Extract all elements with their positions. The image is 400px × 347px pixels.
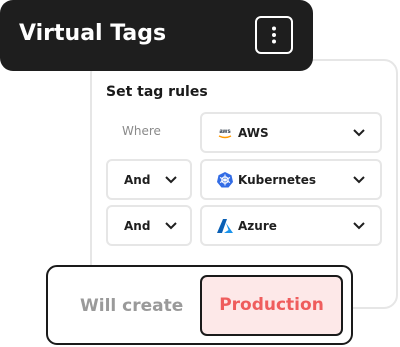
provider-select-azure[interactable]: Azure (200, 205, 382, 246)
chevron-down-icon (353, 221, 365, 229)
more-options-button[interactable] (255, 16, 293, 54)
chevron-down-icon (353, 175, 365, 183)
svg-text:aws: aws (219, 129, 231, 135)
result-tag-button[interactable]: Production (200, 275, 343, 336)
kubernetes-logo-icon (217, 171, 233, 187)
provider-select-kubernetes[interactable]: Kubernetes (200, 159, 382, 200)
provider-label: Kubernetes (238, 172, 316, 187)
operator-select-and[interactable]: And (106, 159, 192, 200)
provider-label: AWS (238, 125, 269, 140)
operator-select-and[interactable]: And (106, 205, 192, 246)
chevron-down-icon (353, 128, 365, 136)
will-create-label: Will create (80, 296, 184, 316)
operator-label: And (124, 218, 151, 233)
provider-label: Azure (238, 218, 277, 233)
azure-logo-icon (217, 218, 233, 233)
provider-select-aws[interactable]: aws AWS (200, 112, 382, 153)
chevron-down-icon (165, 175, 177, 183)
rules-heading: Set tag rules (106, 84, 208, 100)
chevron-down-icon (165, 221, 177, 229)
more-vertical-icon (272, 26, 276, 44)
operator-label: And (124, 172, 151, 187)
aws-logo-icon: aws (218, 129, 231, 138)
where-label: Where (122, 124, 161, 138)
page-title: Virtual Tags (19, 21, 167, 46)
